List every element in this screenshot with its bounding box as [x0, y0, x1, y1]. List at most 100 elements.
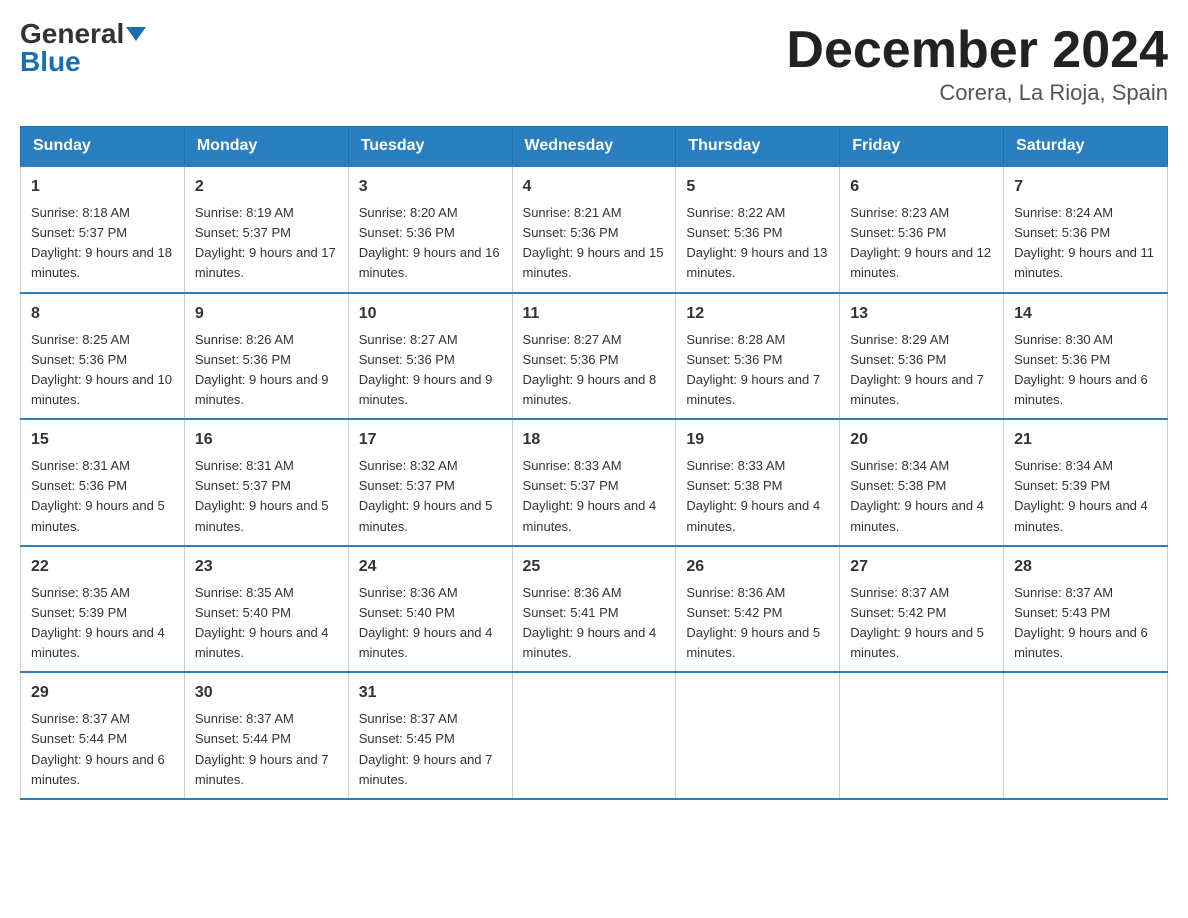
calendar-cell: 30 Sunrise: 8:37 AMSunset: 5:44 PMDaylig… [184, 672, 348, 799]
calendar-cell: 14 Sunrise: 8:30 AMSunset: 5:36 PMDaylig… [1004, 293, 1168, 420]
calendar-cell: 23 Sunrise: 8:35 AMSunset: 5:40 PMDaylig… [184, 546, 348, 673]
day-info: Sunrise: 8:21 AMSunset: 5:36 PMDaylight:… [523, 205, 664, 280]
day-info: Sunrise: 8:35 AMSunset: 5:39 PMDaylight:… [31, 585, 165, 660]
calendar-cell: 19 Sunrise: 8:33 AMSunset: 5:38 PMDaylig… [676, 419, 840, 546]
day-number: 3 [359, 175, 502, 199]
day-number: 7 [1014, 175, 1157, 199]
day-number: 31 [359, 681, 502, 705]
calendar-cell: 6 Sunrise: 8:23 AMSunset: 5:36 PMDayligh… [840, 166, 1004, 293]
calendar-cell: 2 Sunrise: 8:19 AMSunset: 5:37 PMDayligh… [184, 166, 348, 293]
day-number: 15 [31, 428, 174, 452]
day-number: 5 [686, 175, 829, 199]
day-info: Sunrise: 8:33 AMSunset: 5:38 PMDaylight:… [686, 458, 820, 533]
day-info: Sunrise: 8:37 AMSunset: 5:44 PMDaylight:… [195, 711, 329, 786]
logo-triangle-icon [126, 27, 146, 41]
calendar-cell: 29 Sunrise: 8:37 AMSunset: 5:44 PMDaylig… [21, 672, 185, 799]
calendar-cell: 7 Sunrise: 8:24 AMSunset: 5:36 PMDayligh… [1004, 166, 1168, 293]
logo: General Blue [20, 20, 146, 76]
calendar-cell [676, 672, 840, 799]
day-info: Sunrise: 8:22 AMSunset: 5:36 PMDaylight:… [686, 205, 827, 280]
day-info: Sunrise: 8:31 AMSunset: 5:37 PMDaylight:… [195, 458, 329, 533]
calendar-cell: 26 Sunrise: 8:36 AMSunset: 5:42 PMDaylig… [676, 546, 840, 673]
calendar-cell: 20 Sunrise: 8:34 AMSunset: 5:38 PMDaylig… [840, 419, 1004, 546]
week-row-3: 15 Sunrise: 8:31 AMSunset: 5:36 PMDaylig… [21, 419, 1168, 546]
day-info: Sunrise: 8:24 AMSunset: 5:36 PMDaylight:… [1014, 205, 1154, 280]
calendar-cell: 25 Sunrise: 8:36 AMSunset: 5:41 PMDaylig… [512, 546, 676, 673]
calendar-cell: 4 Sunrise: 8:21 AMSunset: 5:36 PMDayligh… [512, 166, 676, 293]
day-info: Sunrise: 8:33 AMSunset: 5:37 PMDaylight:… [523, 458, 657, 533]
calendar-cell: 17 Sunrise: 8:32 AMSunset: 5:37 PMDaylig… [348, 419, 512, 546]
day-number: 4 [523, 175, 666, 199]
location: Corera, La Rioja, Spain [786, 80, 1168, 106]
day-info: Sunrise: 8:35 AMSunset: 5:40 PMDaylight:… [195, 585, 329, 660]
calendar-cell: 18 Sunrise: 8:33 AMSunset: 5:37 PMDaylig… [512, 419, 676, 546]
day-info: Sunrise: 8:36 AMSunset: 5:41 PMDaylight:… [523, 585, 657, 660]
day-info: Sunrise: 8:27 AMSunset: 5:36 PMDaylight:… [523, 332, 657, 407]
day-info: Sunrise: 8:20 AMSunset: 5:36 PMDaylight:… [359, 205, 500, 280]
day-number: 12 [686, 302, 829, 326]
day-info: Sunrise: 8:37 AMSunset: 5:45 PMDaylight:… [359, 711, 493, 786]
day-number: 26 [686, 555, 829, 579]
day-number: 28 [1014, 555, 1157, 579]
day-info: Sunrise: 8:36 AMSunset: 5:40 PMDaylight:… [359, 585, 493, 660]
header-wednesday: Wednesday [512, 127, 676, 167]
day-info: Sunrise: 8:19 AMSunset: 5:37 PMDaylight:… [195, 205, 336, 280]
header-saturday: Saturday [1004, 127, 1168, 167]
calendar-table: SundayMondayTuesdayWednesdayThursdayFrid… [20, 126, 1168, 800]
day-info: Sunrise: 8:25 AMSunset: 5:36 PMDaylight:… [31, 332, 172, 407]
week-row-4: 22 Sunrise: 8:35 AMSunset: 5:39 PMDaylig… [21, 546, 1168, 673]
calendar-cell: 22 Sunrise: 8:35 AMSunset: 5:39 PMDaylig… [21, 546, 185, 673]
day-number: 1 [31, 175, 174, 199]
day-number: 21 [1014, 428, 1157, 452]
day-info: Sunrise: 8:37 AMSunset: 5:42 PMDaylight:… [850, 585, 984, 660]
calendar-cell: 15 Sunrise: 8:31 AMSunset: 5:36 PMDaylig… [21, 419, 185, 546]
calendar-cell: 9 Sunrise: 8:26 AMSunset: 5:36 PMDayligh… [184, 293, 348, 420]
logo-blue-text: Blue [20, 48, 81, 76]
calendar-cell [512, 672, 676, 799]
day-info: Sunrise: 8:29 AMSunset: 5:36 PMDaylight:… [850, 332, 984, 407]
calendar-cell: 5 Sunrise: 8:22 AMSunset: 5:36 PMDayligh… [676, 166, 840, 293]
day-number: 24 [359, 555, 502, 579]
header-friday: Friday [840, 127, 1004, 167]
day-number: 8 [31, 302, 174, 326]
calendar-cell: 10 Sunrise: 8:27 AMSunset: 5:36 PMDaylig… [348, 293, 512, 420]
calendar-cell: 12 Sunrise: 8:28 AMSunset: 5:36 PMDaylig… [676, 293, 840, 420]
day-number: 27 [850, 555, 993, 579]
day-number: 16 [195, 428, 338, 452]
day-number: 29 [31, 681, 174, 705]
calendar-cell: 24 Sunrise: 8:36 AMSunset: 5:40 PMDaylig… [348, 546, 512, 673]
day-number: 13 [850, 302, 993, 326]
month-title: December 2024 [786, 20, 1168, 80]
header-tuesday: Tuesday [348, 127, 512, 167]
calendar-cell: 3 Sunrise: 8:20 AMSunset: 5:36 PMDayligh… [348, 166, 512, 293]
day-info: Sunrise: 8:23 AMSunset: 5:36 PMDaylight:… [850, 205, 991, 280]
day-info: Sunrise: 8:34 AMSunset: 5:38 PMDaylight:… [850, 458, 984, 533]
page-header: General Blue December 2024 Corera, La Ri… [20, 20, 1168, 106]
day-number: 23 [195, 555, 338, 579]
day-info: Sunrise: 8:31 AMSunset: 5:36 PMDaylight:… [31, 458, 165, 533]
day-info: Sunrise: 8:27 AMSunset: 5:36 PMDaylight:… [359, 332, 493, 407]
header-sunday: Sunday [21, 127, 185, 167]
calendar-cell: 27 Sunrise: 8:37 AMSunset: 5:42 PMDaylig… [840, 546, 1004, 673]
day-number: 6 [850, 175, 993, 199]
calendar-cell: 13 Sunrise: 8:29 AMSunset: 5:36 PMDaylig… [840, 293, 1004, 420]
calendar-cell [840, 672, 1004, 799]
header-row: SundayMondayTuesdayWednesdayThursdayFrid… [21, 127, 1168, 167]
day-number: 20 [850, 428, 993, 452]
day-number: 30 [195, 681, 338, 705]
day-number: 22 [31, 555, 174, 579]
day-number: 2 [195, 175, 338, 199]
calendar-cell: 11 Sunrise: 8:27 AMSunset: 5:36 PMDaylig… [512, 293, 676, 420]
calendar-cell: 31 Sunrise: 8:37 AMSunset: 5:45 PMDaylig… [348, 672, 512, 799]
day-info: Sunrise: 8:34 AMSunset: 5:39 PMDaylight:… [1014, 458, 1148, 533]
header-thursday: Thursday [676, 127, 840, 167]
day-info: Sunrise: 8:26 AMSunset: 5:36 PMDaylight:… [195, 332, 329, 407]
day-number: 10 [359, 302, 502, 326]
week-row-5: 29 Sunrise: 8:37 AMSunset: 5:44 PMDaylig… [21, 672, 1168, 799]
day-info: Sunrise: 8:37 AMSunset: 5:44 PMDaylight:… [31, 711, 165, 786]
day-number: 18 [523, 428, 666, 452]
day-number: 25 [523, 555, 666, 579]
calendar-cell: 8 Sunrise: 8:25 AMSunset: 5:36 PMDayligh… [21, 293, 185, 420]
title-area: December 2024 Corera, La Rioja, Spain [786, 20, 1168, 106]
header-monday: Monday [184, 127, 348, 167]
